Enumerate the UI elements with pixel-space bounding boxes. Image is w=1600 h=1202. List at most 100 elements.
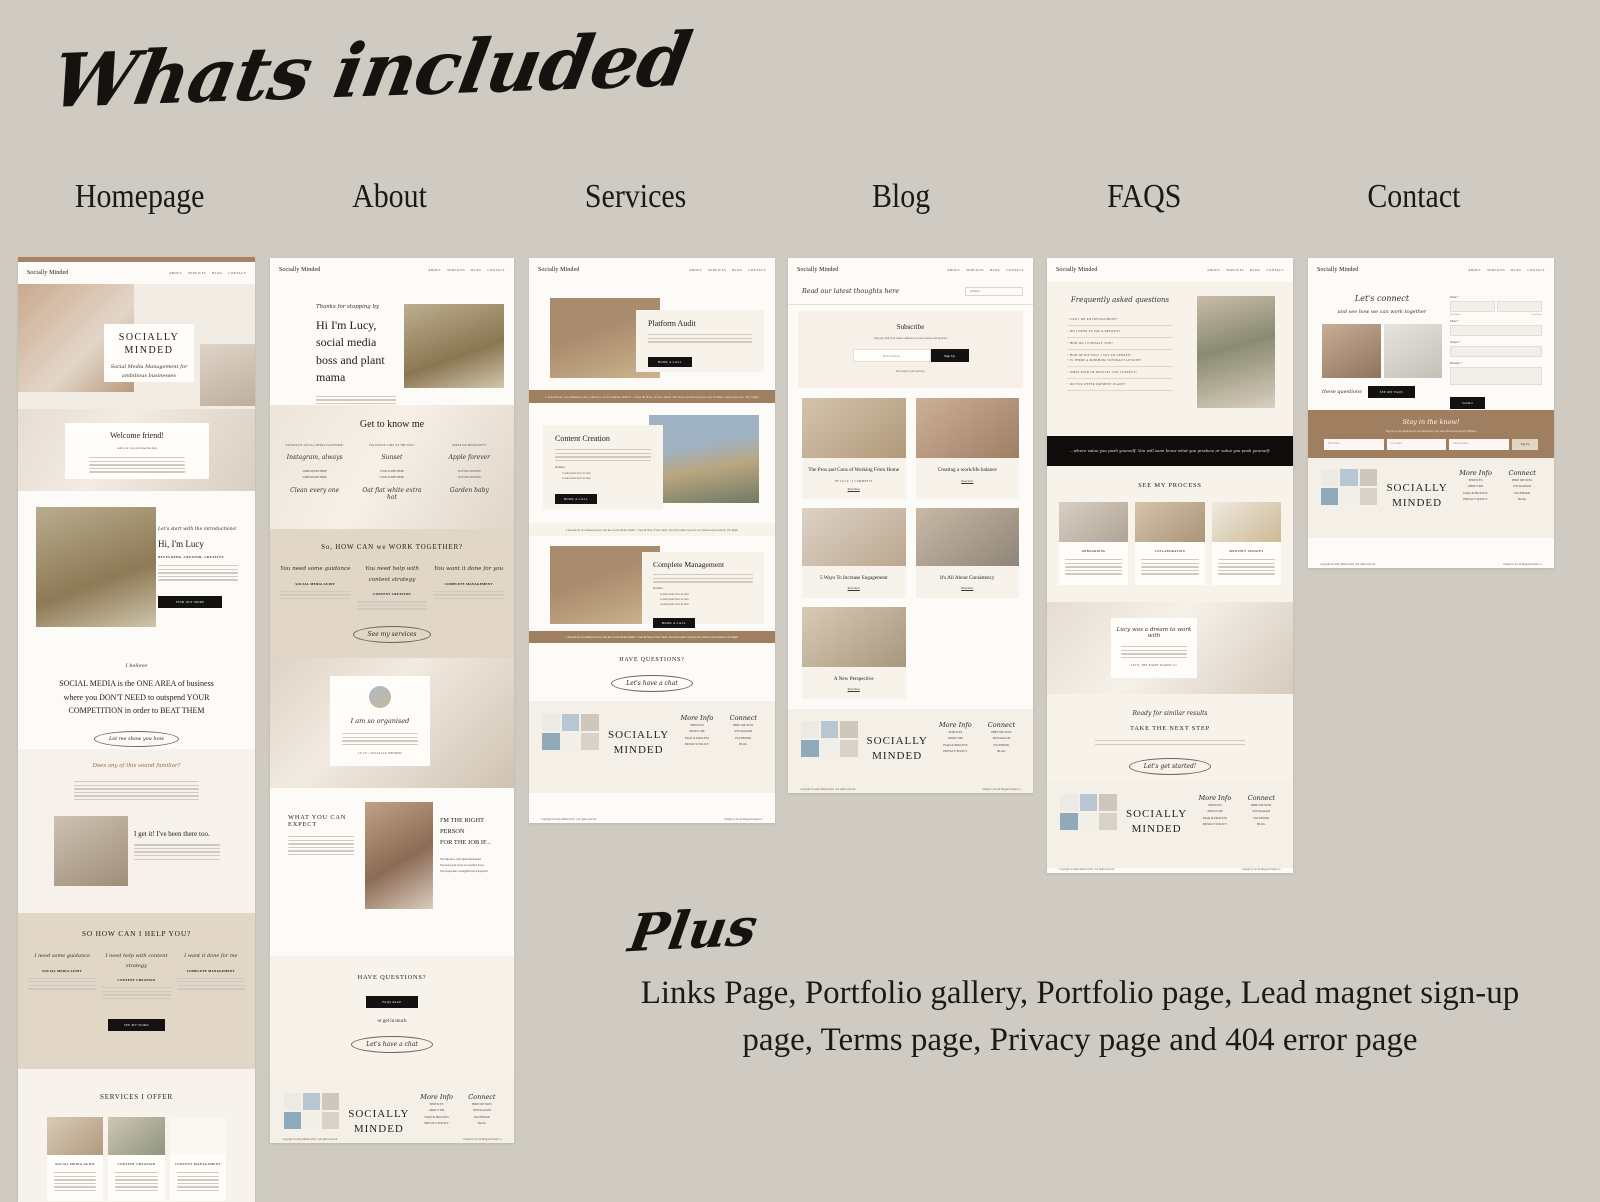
subscribe-input[interactable]: Email Address	[852, 349, 931, 363]
footer-instagram-grid[interactable]	[1060, 794, 1117, 830]
mockup-services[interactable]: Socially Minded ABOUT SERVICES BLOG CONT…	[529, 258, 775, 823]
subscribe-wrap: Subscribe Sign up with your email addres…	[788, 305, 1033, 395]
service-2-button[interactable]: BOOK A CALL	[555, 493, 598, 504]
work-column: You need help with content strategy CONT…	[356, 564, 428, 612]
footer-instagram-grid[interactable]	[542, 714, 599, 750]
footer-instagram-grid[interactable]	[284, 1093, 340, 1129]
blog-post-card[interactable]: The Pros and Cons of Working From Home B…	[802, 398, 906, 499]
nav-about[interactable]: ABOUT	[169, 271, 182, 275]
blog-post-card[interactable]: It's All About Consistency Read more	[915, 507, 1020, 598]
name-sublabels: First Name Last Name	[1450, 313, 1542, 316]
hero-title-1: SOCIALLY	[118, 332, 180, 343]
service-card[interactable]: SOCIAL MEDIA AUDIT	[47, 1117, 104, 1202]
services-chat-cta[interactable]: Let's have a chat	[611, 675, 693, 692]
intro-button[interactable]: FIND OUT MORE	[158, 595, 223, 608]
newsletter-first-name-input[interactable]: First Name	[1324, 439, 1384, 450]
process-card[interactable]: MONTHLY UPDATES	[1211, 502, 1281, 585]
faq-item[interactable]: + DO YOU OFFER PAYMENT PLANS?	[1067, 379, 1173, 391]
faq-accordion[interactable]: + CAN I DO AN INSTALLMENT? + DO I NEED T…	[1067, 314, 1173, 391]
read-more-link[interactable]: Read more	[802, 688, 906, 691]
work-together-section: So, HOW CAN we WORK TOGETHER? You need s…	[270, 529, 514, 658]
label-homepage[interactable]: Homepage	[75, 178, 205, 216]
newsletter-email-input[interactable]: Email Address	[1449, 439, 1510, 450]
mockup-homepage[interactable]: Socially Minded ABOUT SERVICES BLOG CONT…	[18, 257, 255, 1202]
read-more-link[interactable]: Read more	[802, 488, 906, 491]
faq-item[interactable]: + HOW OFTEN WILL I GET AN UPDATE?	[1067, 350, 1173, 358]
name-fields[interactable]	[1450, 301, 1542, 312]
mockup-blog[interactable]: Socially Minded ABOUT SERVICES BLOG CONT…	[788, 258, 1033, 793]
about-chat-cta[interactable]: Let's have a chat	[351, 1036, 433, 1053]
subject-input[interactable]	[1450, 346, 1542, 357]
site-logo: Socially Minded	[797, 267, 839, 273]
site-footer: SOCIALLY MINDED More Info SERVICES ABOUT…	[788, 709, 1033, 793]
subscribe-form[interactable]: Email Address Sign Up	[798, 349, 1023, 363]
nav-contact[interactable]: CONTACT	[228, 271, 246, 275]
about-eyebrow: Thanks for stopping by	[316, 304, 379, 310]
last-name-input[interactable]	[1497, 301, 1542, 312]
read-more-link[interactable]: Read more	[916, 587, 1020, 590]
faq-item[interactable]: + WHAT KIND OF RESULTS CAN I EXPECT?	[1067, 367, 1173, 379]
subscribe-box: Subscribe Sign up with your email addres…	[798, 311, 1023, 389]
mockup-contact[interactable]: Socially Minded ABOUT SERVICES BLOG CONT…	[1308, 258, 1554, 568]
label-contact[interactable]: Contact	[1367, 178, 1460, 216]
submit-button[interactable]: Submit	[1450, 397, 1486, 409]
label-blog[interactable]: Blog	[872, 178, 930, 216]
label-services[interactable]: Services	[585, 178, 686, 216]
newsletter-last-name-input[interactable]: Last Name	[1386, 439, 1447, 450]
blog-post-card[interactable]: Creating a work/life balance Read more	[915, 398, 1020, 499]
blog-archive-select[interactable]: Archive	[965, 287, 1023, 296]
blog-post-image	[915, 398, 1019, 459]
newsletter-signup-button[interactable]: Sign Up	[1512, 439, 1539, 450]
site-mini-nav[interactable]: ABOUT SERVICES BLOG CONTACT	[428, 268, 505, 272]
faq-item[interactable]: + CAN I DO AN INSTALLMENT?	[1067, 314, 1173, 326]
site-mini-nav[interactable]: ABOUT SERVICES BLOG CONTACT	[1468, 268, 1545, 272]
site-mini-nav[interactable]: ABOUT SERVICES BLOG CONTACT	[1207, 268, 1284, 272]
read-more-link[interactable]: Read more	[916, 480, 1020, 483]
mockup-faqs[interactable]: Socially Minded ABOUT SERVICES BLOG CONT…	[1047, 258, 1293, 873]
faq-cta-button[interactable]: Let's get started!	[1128, 757, 1212, 775]
nav-blog[interactable]: BLOG	[212, 271, 222, 275]
contact-title: Let's connect	[1354, 294, 1410, 303]
email-input[interactable]	[1450, 325, 1542, 336]
subscribe-button[interactable]: Sign Up	[930, 349, 969, 363]
label-faqs[interactable]: FAQS	[1107, 178, 1181, 216]
contact-subtitle: and see how we can work together	[1337, 309, 1427, 315]
blog-post-card[interactable]: 5 Ways To Increase Engagement Read more	[802, 507, 906, 598]
newsletter-form[interactable]: First Name Last Name Email Address Sign …	[1308, 439, 1554, 450]
nav-services[interactable]: SERVICES	[188, 271, 206, 275]
message-textarea[interactable]	[1450, 367, 1542, 385]
footer-instagram-grid[interactable]	[1321, 469, 1378, 505]
process-card[interactable]: ONBOARDING	[1059, 502, 1129, 585]
site-mini-nav[interactable]: ABOUT SERVICES BLOG CONTACT	[947, 268, 1024, 272]
read-more-link[interactable]: Read more	[802, 587, 906, 590]
service-3-button[interactable]: BOOK A CALL	[653, 618, 696, 629]
first-name-input[interactable]	[1450, 301, 1495, 312]
process-card-image	[1211, 502, 1281, 542]
label-about[interactable]: About	[352, 178, 427, 216]
mockup-about[interactable]: Socially Minded ABOUT SERVICES BLOG CONT…	[270, 258, 514, 1143]
about-hero: Thanks for stopping by Hi I'm Lucy, soci…	[270, 282, 514, 415]
belief-eyebrow: I believe	[125, 663, 148, 669]
work-together-cta[interactable]: See my services	[352, 625, 432, 643]
blog-post-card[interactable]: A New Perspective Read more	[802, 606, 906, 700]
service-card[interactable]: CONTENT MANAGEMENT	[169, 1117, 226, 1202]
belief-cta[interactable]: Let me show you how	[94, 730, 179, 747]
service-card[interactable]: CONTENT CREATION	[108, 1117, 165, 1202]
service-1-button[interactable]: BOOK A CALL	[648, 356, 693, 367]
help-button[interactable]: SEE MY WORK	[107, 1019, 166, 1032]
contact-images	[1322, 324, 1442, 378]
faq-item[interactable]: + DO I NEED TO PAY A DEPOSIT?	[1067, 326, 1173, 338]
process-card[interactable]: COLLABORATION	[1135, 502, 1205, 585]
blog-post-image	[802, 398, 906, 459]
site-mini-nav[interactable]: ABOUT SERVICES BLOG CONTACT	[689, 268, 766, 272]
about-faqs-button[interactable]: FAQS PAGE	[366, 996, 418, 1008]
contact-faqs-button[interactable]: SEE MY FAQS	[1367, 386, 1416, 398]
faq-item[interactable]: + IS THERE A MINIMUM CONTRACT LENGTH?	[1067, 358, 1173, 367]
site-logo: Socially Minded	[1056, 267, 1098, 273]
faq-title: Frequently asked questions	[1070, 296, 1170, 304]
site-mini-nav[interactable]: ABOUT SERVICES BLOG CONTACT	[169, 271, 246, 275]
services-questions-section: HAVE QUESTIONS? Let's have a chat	[529, 643, 775, 701]
contact-form[interactable]: Name * First Name Last Name Email * Subj…	[1450, 296, 1542, 409]
footer-instagram-grid[interactable]	[801, 721, 858, 758]
faq-item[interactable]: + HOW DO I CONTACT YOU?	[1067, 338, 1173, 350]
